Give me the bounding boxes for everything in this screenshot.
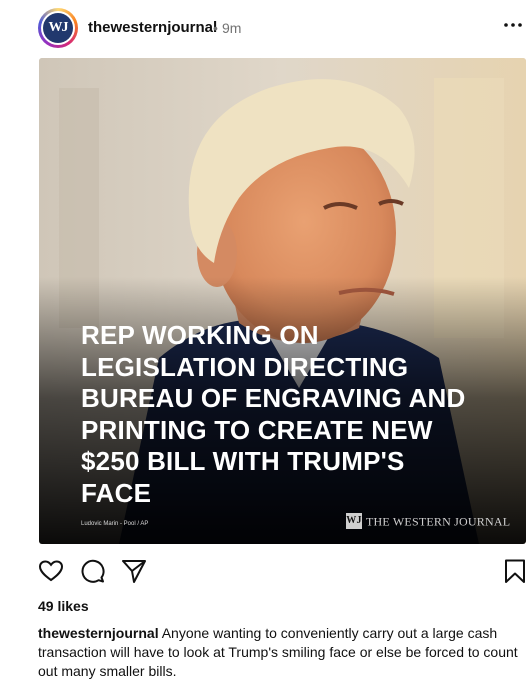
headline: REP WORKING ON LEGISLATION DIRECTING BUR…	[81, 320, 466, 508]
brand-watermark: WJ THE WESTERN JOURNAL	[346, 511, 511, 530]
like-count[interactable]: 49 likes	[38, 598, 89, 614]
heart-icon[interactable]	[38, 558, 64, 584]
comment-icon[interactable]	[79, 558, 105, 584]
avatar[interactable]: WJ	[38, 8, 78, 48]
instagram-post: WJ thewesternjournal • 9m REP WORKING ON…	[0, 0, 531, 688]
avatar-border: WJ	[41, 11, 75, 45]
post-image[interactable]: REP WORKING ON LEGISLATION DIRECTING BUR…	[39, 58, 526, 544]
caption-username[interactable]: thewesternjournal	[38, 625, 159, 641]
avatar-logo: WJ	[43, 13, 73, 43]
time-separator: •	[213, 20, 218, 36]
more-horizontal-icon[interactable]	[502, 14, 524, 36]
photo-credit: Ludovic Marin - Pool / AP	[81, 521, 149, 527]
brand-logo: WJ	[346, 513, 362, 530]
bookmark-icon[interactable]	[502, 558, 528, 584]
post-time[interactable]: 9m	[222, 20, 241, 36]
send-icon[interactable]	[121, 558, 147, 584]
post-header: WJ thewesternjournal • 9m	[0, 0, 531, 58]
brand-name: THE WESTERN JOURNAL	[366, 514, 511, 529]
post-caption: thewesternjournal Anyone wanting to conv…	[38, 624, 518, 681]
post-username[interactable]: thewesternjournal	[88, 19, 217, 36]
